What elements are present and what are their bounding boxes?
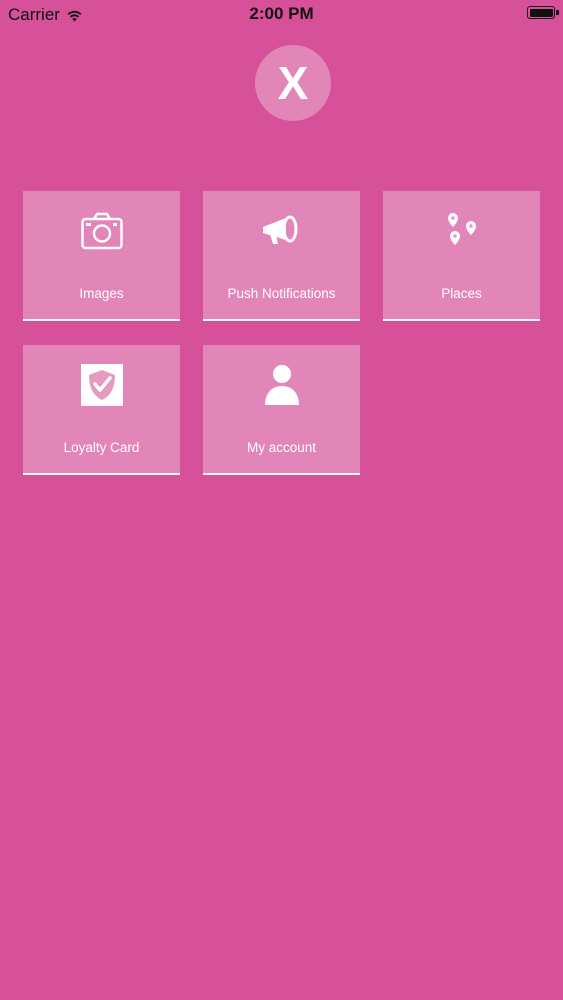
tile-loyalty-card-label: Loyalty Card: [63, 440, 140, 455]
megaphone-icon: [203, 209, 360, 253]
tile-loyalty-card[interactable]: Loyalty Card: [23, 345, 180, 475]
battery-icon: [527, 6, 559, 19]
tile-push-notifications-label: Push Notifications: [227, 286, 336, 301]
tile-images-label: Images: [79, 286, 124, 301]
user-icon: [203, 363, 360, 407]
tile-my-account[interactable]: My account: [203, 345, 360, 475]
status-time: 2:00 PM: [249, 4, 314, 23]
shield-check-icon: [23, 363, 180, 407]
battery-fill: [529, 8, 553, 17]
tile-push-notifications[interactable]: Push Notifications: [203, 191, 360, 321]
tile-images[interactable]: Images: [23, 191, 180, 321]
tile-places[interactable]: Places: [383, 191, 540, 321]
app-logo[interactable]: X: [255, 45, 331, 121]
tile-places-label: Places: [441, 286, 482, 301]
tile-my-account-label: My account: [246, 440, 317, 455]
map-pins-icon: [383, 209, 540, 253]
status-bar: Carrier 2:00 PM: [0, 0, 563, 30]
battery-tip: [556, 10, 559, 15]
camera-icon: [23, 209, 180, 253]
